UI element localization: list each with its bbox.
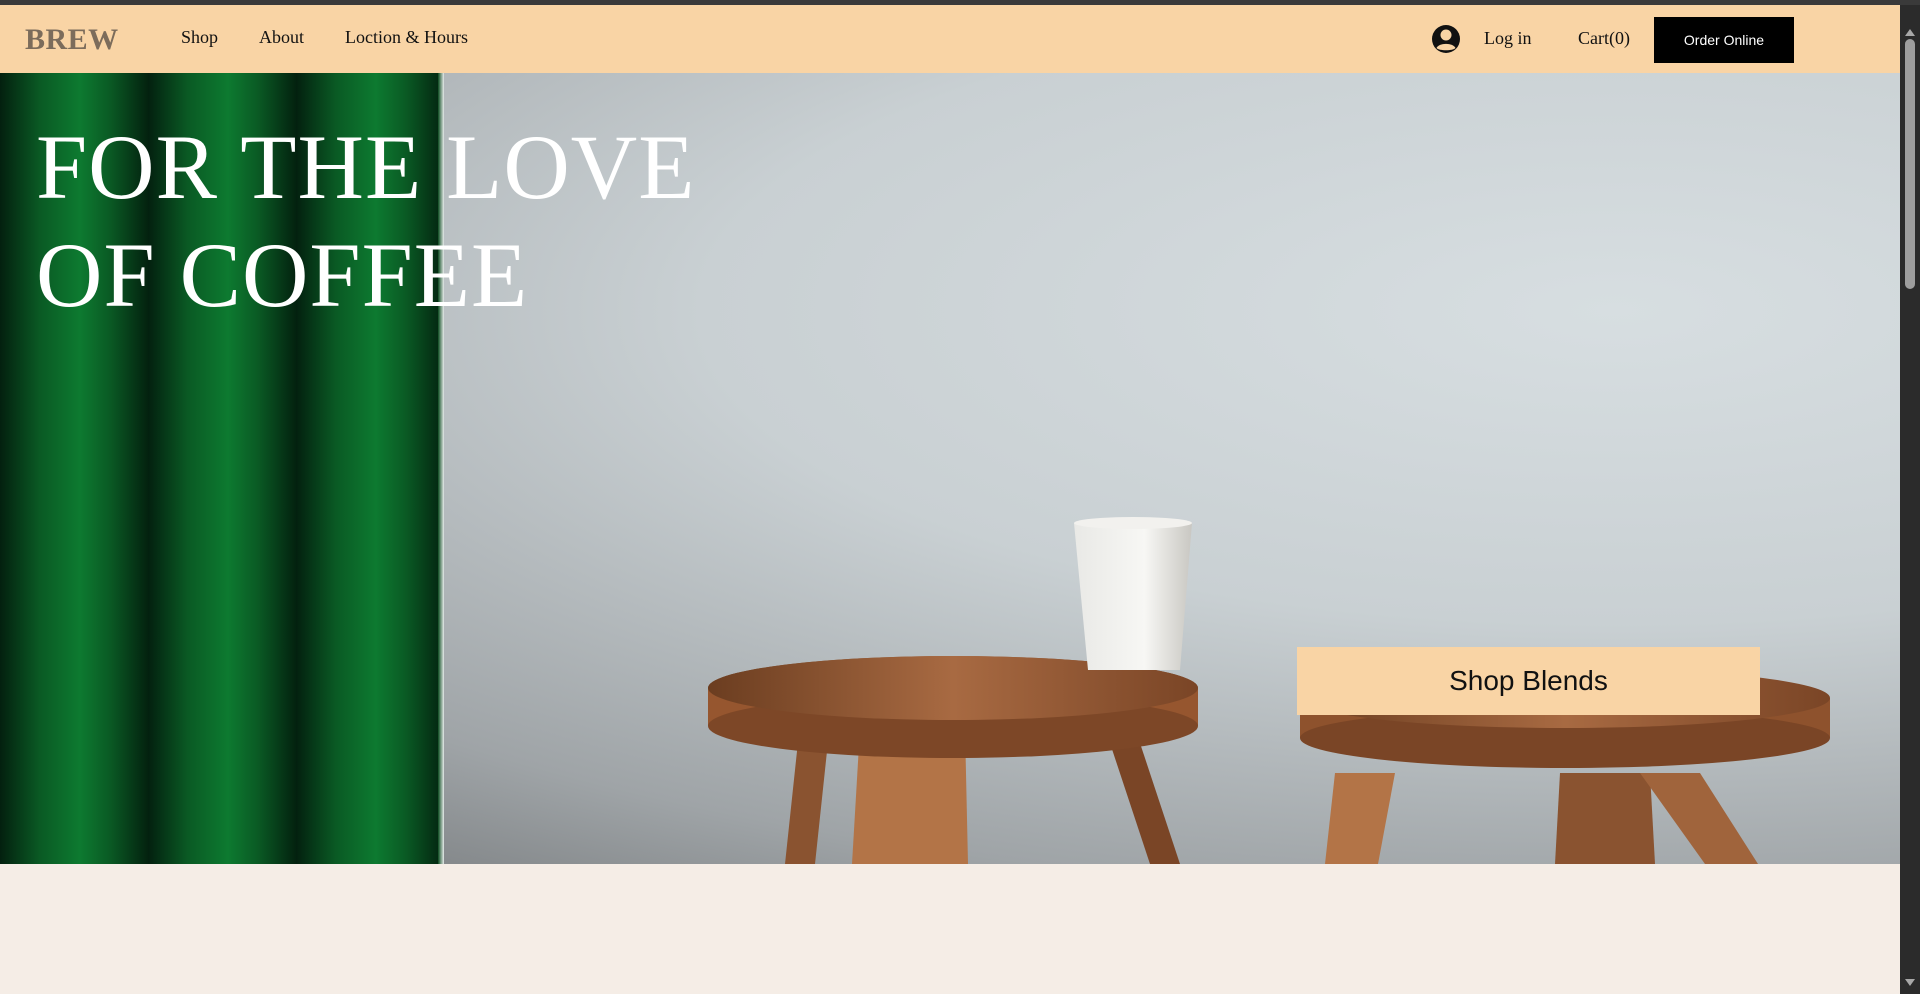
site-logo[interactable]: BREW [25, 23, 119, 57]
content-section [0, 864, 1900, 994]
hero-title: FOR THE LOVE OF COFFEE [36, 113, 796, 329]
nav-link-shop[interactable]: Shop [181, 27, 218, 48]
shop-blends-button[interactable]: Shop Blends [1297, 647, 1760, 715]
site-header: BREW Shop About Loction & Hours Log in C… [0, 5, 1900, 73]
scroll-down-arrow-icon[interactable] [1905, 979, 1915, 986]
nav-link-about[interactable]: About [259, 27, 304, 48]
cart-link[interactable]: Cart(0) [1578, 28, 1630, 49]
scroll-up-arrow-icon[interactable] [1905, 29, 1915, 36]
page: BREW Shop About Loction & Hours Log in C… [0, 0, 1920, 994]
nav-link-location-hours[interactable]: Loction & Hours [345, 27, 468, 48]
scroll-thumb[interactable] [1905, 39, 1915, 289]
hero-title-line-1: FOR THE LOVE [36, 116, 696, 218]
account-circle-icon[interactable] [1431, 24, 1461, 54]
vertical-scrollbar[interactable] [1900, 5, 1920, 994]
hero-section: FOR THE LOVE OF COFFEE [0, 73, 1900, 864]
hero-title-line-2: OF COFFEE [36, 224, 529, 326]
order-online-button[interactable]: Order Online [1654, 17, 1794, 63]
login-link[interactable]: Log in [1484, 28, 1532, 49]
